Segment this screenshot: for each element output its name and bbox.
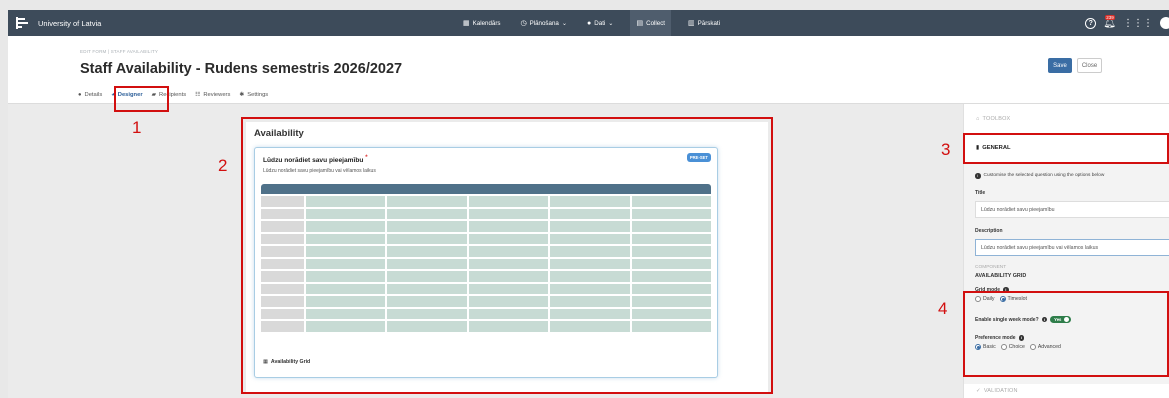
nav-label: Dati (594, 19, 606, 27)
brand[interactable]: University of Latvia (8, 17, 101, 29)
annotation-number-4: 4 (938, 299, 948, 318)
chart-icon: ▥ (688, 20, 695, 27)
notification-badge: 239 (1105, 14, 1115, 20)
tab-settings[interactable]: ✱ Settings (239, 92, 268, 98)
toolbox-section[interactable]: ⌂ TOOLBOX (976, 116, 1010, 122)
info-icon: ● (78, 92, 82, 98)
nav-label: Collect (646, 19, 666, 27)
breadcrumb: EDIT FORM | STAFF AVAILABILITY (80, 49, 159, 54)
tab-reviewers[interactable]: ☷ Reviewers (195, 92, 230, 98)
reviewers-icon: ☷ (195, 92, 201, 98)
page-header: EDIT FORM | STAFF AVAILABILITY Staff Ava… (8, 36, 1169, 104)
save-button[interactable]: Save (1048, 58, 1072, 73)
nav-calendar[interactable]: ▦ Kalendārs (460, 10, 504, 36)
validation-label: VALIDATION (983, 388, 1018, 394)
chevron-down-icon: ⌄ (561, 19, 568, 27)
annotation-box-1 (114, 86, 169, 112)
tab-label: Details (84, 92, 103, 98)
nav-label: Pārskati (697, 19, 721, 27)
toolbox-icon: ⌂ (976, 116, 980, 122)
nav-label: Kalendārs (472, 19, 501, 27)
tab-label: Reviewers (203, 92, 231, 98)
info-icon: i (975, 173, 981, 179)
chevron-down-icon: ⌄ (608, 19, 614, 27)
info-note: i Customise the selected question using t… (975, 173, 1104, 179)
clock-icon: ◷ (520, 20, 527, 27)
nav-reports[interactable]: ▥ Pārskati (685, 10, 723, 36)
nav-collect[interactable]: ▤ Collect (630, 10, 672, 36)
note-text: Customise the selected question using th… (983, 173, 1105, 179)
brand-name: University of Latvia (38, 18, 102, 28)
annotation-box-2 (241, 117, 773, 394)
tab-details[interactable]: ● Details (78, 92, 102, 98)
description-label: Description (975, 228, 1003, 234)
tab-label: Settings (247, 92, 269, 98)
form-tabs: ● Details ◕ Designer ▰ Recipients ☷ Reviewer… (78, 92, 268, 98)
annotation-box-3 (963, 133, 1169, 164)
avatar[interactable] (1160, 17, 1169, 29)
annotation-number-1: 1 (132, 118, 142, 137)
toolbox-label: TOOLBOX (982, 116, 1011, 122)
form-icon: ▤ (636, 20, 644, 27)
nav-label: Plānošana (529, 19, 559, 27)
top-right-actions: ? 🔔︎ 239 ⋮⋮⋮ (1085, 10, 1169, 36)
annotation-number-3: 3 (941, 140, 951, 159)
main-nav: ▦ Kalendārs ◷ Plānošana ⌄ ● Dati ⌄ ▤ Collect ▥… (460, 10, 723, 36)
help-icon[interactable]: ? (1085, 17, 1097, 29)
nav-data[interactable]: ● Dati ⌄ (584, 10, 616, 36)
university-logo-icon (16, 17, 28, 29)
title-label: Title (975, 190, 986, 196)
component-label: COMPONENT (975, 265, 1007, 270)
description-field[interactable]: Lūdzu norādiet savu pieejamību vai vēlam… (975, 239, 1169, 256)
title-field[interactable]: Lūdzu norādiet savu pieejamību (975, 201, 1169, 218)
validation-section[interactable]: ✓ VALIDATION (976, 388, 1018, 394)
annotation-box-4 (963, 291, 1169, 377)
apps-grid-icon[interactable]: ⋮⋮⋮ (1123, 18, 1153, 29)
bell-icon[interactable]: 🔔︎ 239 (1103, 14, 1116, 29)
validation-icon: ✓ (976, 388, 981, 394)
nav-planning[interactable]: ◷ Plānošana ⌄ (518, 10, 571, 36)
component-value: AVAILABILITY GRID (975, 273, 1027, 279)
close-button[interactable]: Close (1077, 58, 1102, 73)
top-navbar: University of Latvia ▦ Kalendārs ◷ Plānoša… (8, 10, 1169, 36)
database-icon: ● (587, 19, 592, 27)
page-title: Staff Availability - Rudens semestris 20… (80, 61, 403, 77)
calendar-icon: ▦ (463, 20, 470, 27)
annotation-number-2: 2 (218, 156, 228, 175)
gear-icon: ✱ (239, 92, 245, 98)
